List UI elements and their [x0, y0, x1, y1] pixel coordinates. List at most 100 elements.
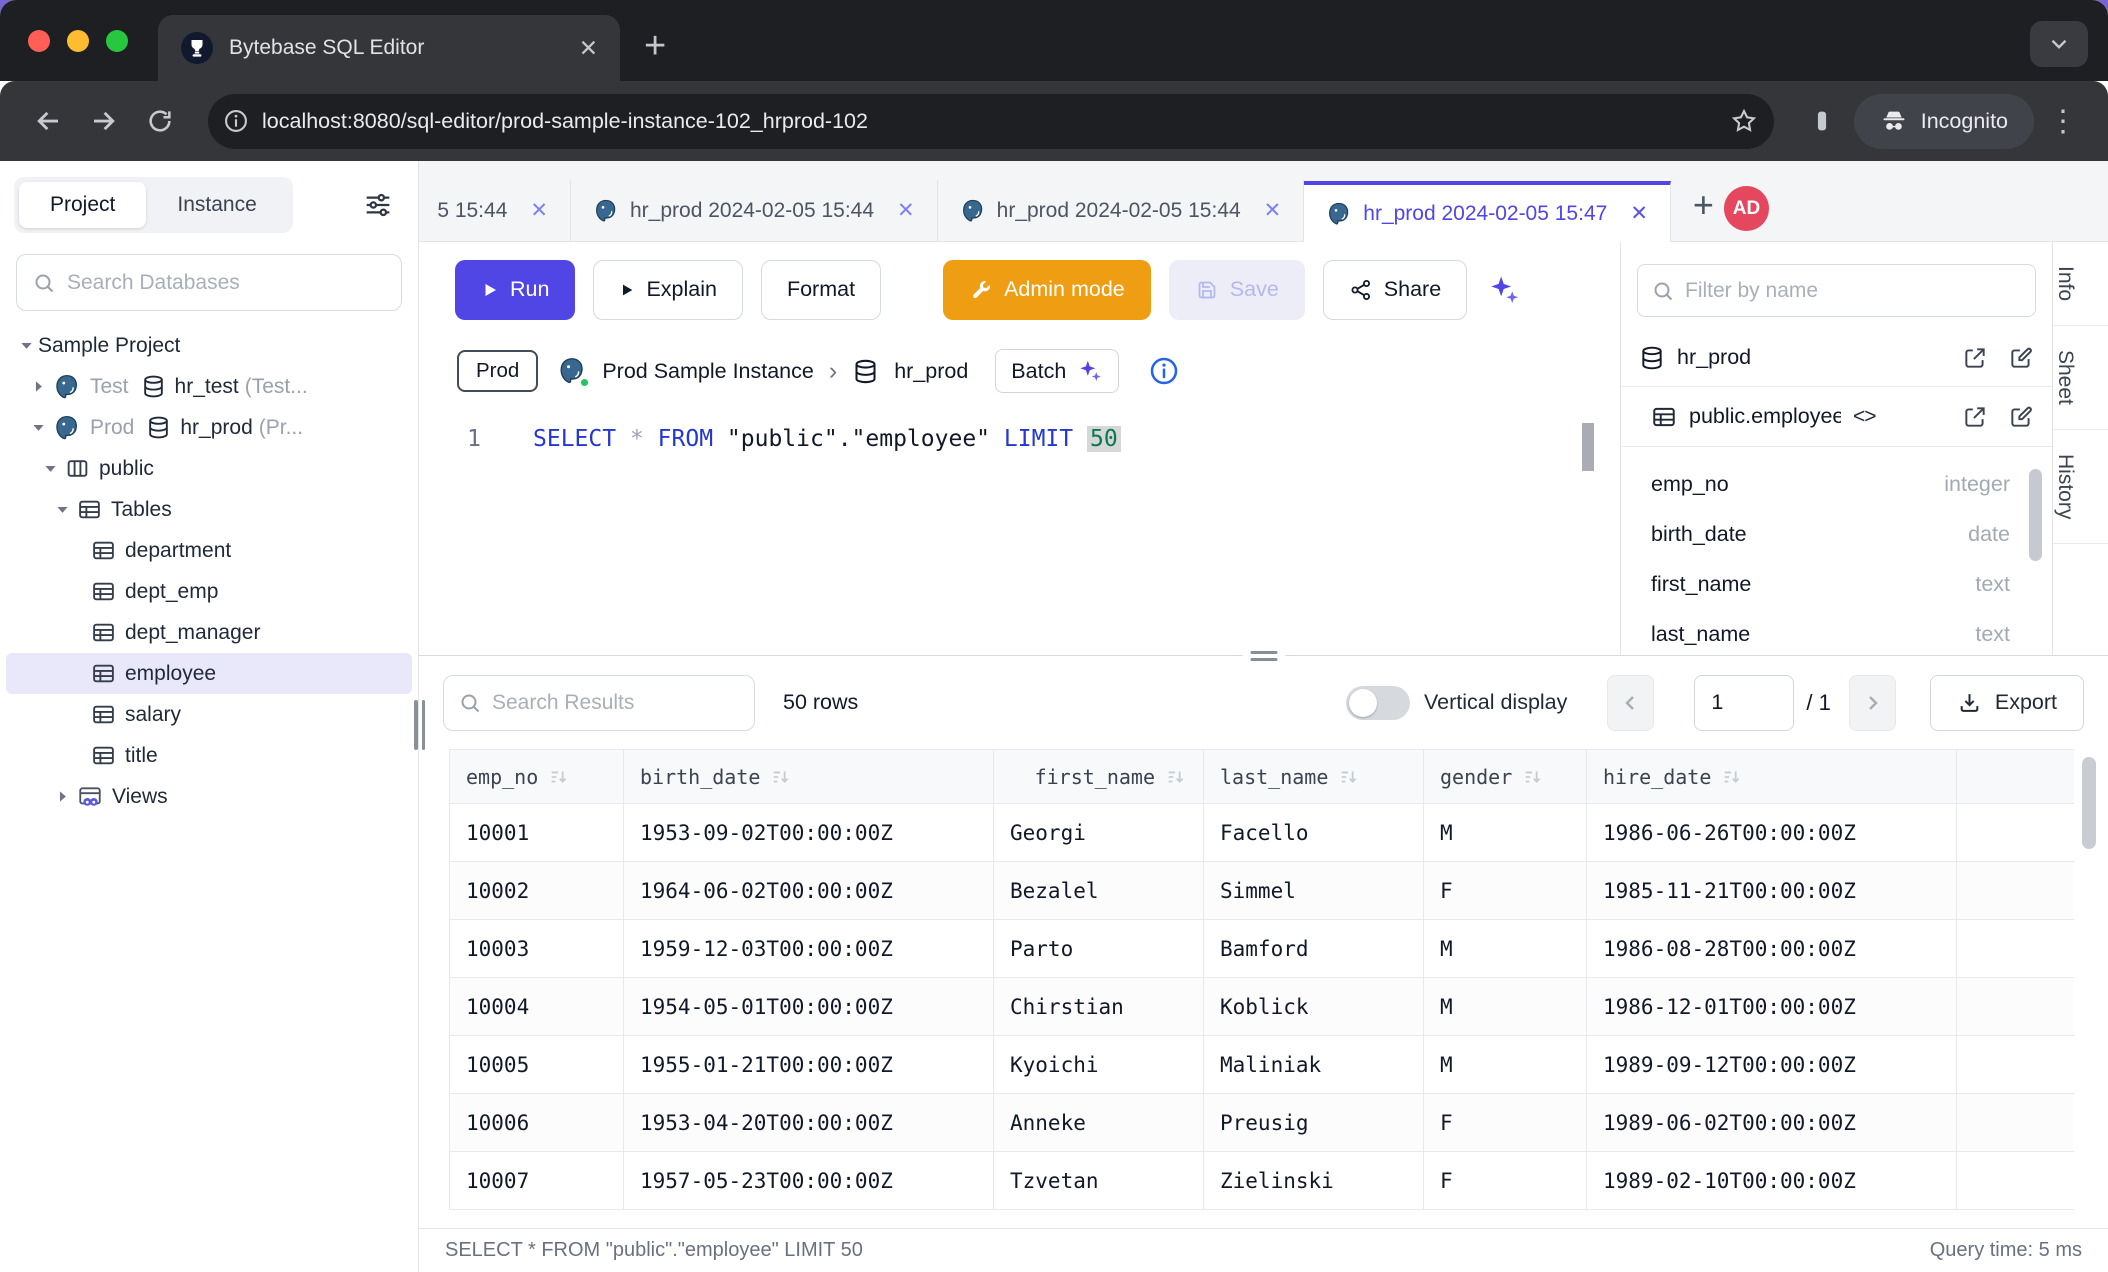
- database-search[interactable]: [16, 254, 402, 311]
- database-search-input[interactable]: [67, 271, 386, 295]
- batch-mode-button[interactable]: Batch: [995, 349, 1119, 393]
- sort-icon[interactable]: [1338, 766, 1360, 788]
- vertical-display-toggle[interactable]: [1346, 686, 1410, 720]
- edit-icon[interactable]: [2008, 345, 2034, 371]
- worksheet-tab-1[interactable]: 5 15:44 ✕: [419, 180, 571, 241]
- column-header-birth-date[interactable]: birth_date: [624, 750, 994, 803]
- sort-icon[interactable]: [1165, 766, 1187, 788]
- site-info-icon[interactable]: [222, 107, 250, 135]
- reload-button[interactable]: [136, 97, 184, 145]
- close-window-button[interactable]: [28, 30, 50, 52]
- new-worksheet-button[interactable]: +: [1693, 187, 1714, 223]
- column-header-last-name[interactable]: last_name: [1204, 750, 1424, 803]
- worksheet-tab-3[interactable]: hr_prod 2024-02-05 15:44 ✕: [938, 180, 1305, 241]
- tree-item-table-dept-emp[interactable]: dept_emp: [6, 571, 412, 612]
- column-row[interactable]: last_name text: [1621, 609, 2052, 655]
- close-icon[interactable]: ✕: [897, 200, 915, 221]
- tree-item-sample-project[interactable]: Sample Project: [6, 325, 412, 366]
- results-scrollbar[interactable]: [2082, 757, 2096, 849]
- sort-icon[interactable]: [770, 766, 792, 788]
- results-search[interactable]: [443, 675, 755, 731]
- column-header-emp-no[interactable]: emp_no: [449, 750, 624, 803]
- tree-item-table-salary[interactable]: salary: [6, 694, 412, 735]
- code-glyph-icon[interactable]: <>: [1853, 405, 1876, 429]
- column-header-gender[interactable]: gender: [1424, 750, 1587, 803]
- code-line-1[interactable]: 1 SELECT * FROM "public"."employee" LIMI…: [419, 405, 1620, 457]
- url-text[interactable]: localhost:8080/sql-editor/prod-sample-in…: [250, 109, 1730, 134]
- column-row[interactable]: emp_no integer: [1621, 459, 2052, 509]
- tree-item-views-group[interactable]: Views: [6, 776, 412, 817]
- column-header-first-name[interactable]: first_name: [994, 750, 1204, 803]
- close-icon[interactable]: ✕: [1630, 203, 1648, 224]
- column-row[interactable]: first_name text: [1621, 559, 2052, 609]
- forward-button[interactable]: [80, 97, 128, 145]
- tab-instance[interactable]: Instance: [146, 182, 287, 228]
- save-button[interactable]: Save: [1169, 260, 1305, 320]
- admin-mode-button[interactable]: Admin mode: [943, 260, 1151, 320]
- external-link-icon[interactable]: [1962, 345, 1988, 371]
- panel-splitter-handle[interactable]: [1242, 649, 1285, 663]
- table-row[interactable]: 100031959-12-03T00:00:00ZPartoBamfordM19…: [449, 920, 2074, 978]
- export-button[interactable]: Export: [1930, 675, 2084, 731]
- panel-table-row[interactable]: public.employee <>: [1621, 387, 2052, 447]
- user-avatar[interactable]: AD: [1724, 186, 1769, 231]
- browser-tab[interactable]: Bytebase SQL Editor ✕: [158, 15, 620, 81]
- tree-item-table-dept-manager[interactable]: dept_manager: [6, 612, 412, 653]
- ai-assistant-button[interactable]: [1487, 273, 1521, 307]
- run-button[interactable]: Run: [455, 260, 575, 320]
- caret-down-icon[interactable]: [50, 501, 74, 518]
- tab-info[interactable]: Info: [2053, 242, 2108, 326]
- external-link-icon[interactable]: [1962, 404, 1988, 430]
- share-button[interactable]: Share: [1323, 260, 1467, 320]
- column-header-hire-date[interactable]: hire_date: [1587, 750, 1957, 803]
- panel-database-row[interactable]: hr_prod: [1621, 329, 2052, 387]
- column-list-scrollbar[interactable]: [2029, 469, 2042, 561]
- caret-down-icon[interactable]: [38, 460, 62, 477]
- schema-filter-input[interactable]: [1685, 279, 2022, 303]
- browser-tab-close-icon[interactable]: ✕: [579, 37, 598, 60]
- filter-settings-button[interactable]: [362, 189, 394, 221]
- tree-item-schema-public[interactable]: public: [6, 448, 412, 489]
- explain-button[interactable]: Explain: [593, 260, 743, 320]
- minimize-window-button[interactable]: [67, 30, 89, 52]
- tab-sheet[interactable]: Sheet: [2053, 326, 2108, 430]
- schema-filter[interactable]: [1637, 264, 2036, 317]
- tree-item-table-department[interactable]: department: [6, 530, 412, 571]
- connection-info-button[interactable]: [1148, 355, 1180, 387]
- instance-name[interactable]: Prod Sample Instance: [602, 359, 814, 384]
- edit-icon[interactable]: [2008, 404, 2034, 430]
- editor-scrollbar[interactable]: [1582, 423, 1594, 471]
- table-row[interactable]: 100051955-01-21T00:00:00ZKyoichiMaliniak…: [449, 1036, 2074, 1094]
- tree-item-hr-test[interactable]: Test hr_test (Test...: [6, 366, 412, 407]
- back-button[interactable]: [24, 97, 72, 145]
- close-icon[interactable]: ✕: [1264, 200, 1282, 221]
- tree-item-tables-group[interactable]: Tables: [6, 489, 412, 530]
- caret-down-icon[interactable]: [14, 337, 38, 354]
- tab-project[interactable]: Project: [19, 182, 146, 228]
- sidebar-resize-handle[interactable]: [414, 700, 425, 750]
- caret-right-icon[interactable]: [26, 378, 50, 395]
- worksheet-tab-4-active[interactable]: hr_prod 2024-02-05 15:47 ✕: [1304, 181, 1671, 242]
- tree-item-hr-prod[interactable]: Prod hr_prod (Pr...: [6, 407, 412, 448]
- results-search-input[interactable]: [492, 691, 740, 715]
- zoom-window-button[interactable]: [106, 30, 128, 52]
- table-row[interactable]: 100021964-06-02T00:00:00ZBezalelSimmelF1…: [449, 862, 2074, 920]
- table-row[interactable]: 100061953-04-20T00:00:00ZAnnekePreusigF1…: [449, 1094, 2074, 1152]
- sort-icon[interactable]: [1522, 766, 1544, 788]
- table-row[interactable]: 100071957-05-23T00:00:00ZTzvetanZielinsk…: [449, 1152, 2074, 1210]
- sql-editor[interactable]: 1 SELECT * FROM "public"."employee" LIMI…: [419, 405, 1620, 655]
- browser-new-tab-button[interactable]: +: [644, 27, 666, 65]
- format-button[interactable]: Format: [761, 260, 881, 320]
- sort-icon[interactable]: [548, 766, 570, 788]
- tree-item-table-employee-selected[interactable]: employee: [6, 653, 412, 694]
- database-name[interactable]: hr_prod: [894, 359, 968, 384]
- table-row[interactable]: 100011953-09-02T00:00:00ZGeorgiFacelloM1…: [449, 804, 2074, 862]
- close-icon[interactable]: ✕: [530, 200, 548, 221]
- worksheet-tab-2[interactable]: hr_prod 2024-02-05 15:44 ✕: [571, 180, 938, 241]
- prev-page-button[interactable]: [1607, 675, 1654, 731]
- tab-history[interactable]: History: [2053, 430, 2108, 544]
- browser-menu-button[interactable]: ⋮: [2042, 104, 2084, 139]
- bookmark-star-icon[interactable]: [1730, 107, 1758, 135]
- caret-down-icon[interactable]: [26, 419, 50, 436]
- caret-right-icon[interactable]: [50, 788, 74, 805]
